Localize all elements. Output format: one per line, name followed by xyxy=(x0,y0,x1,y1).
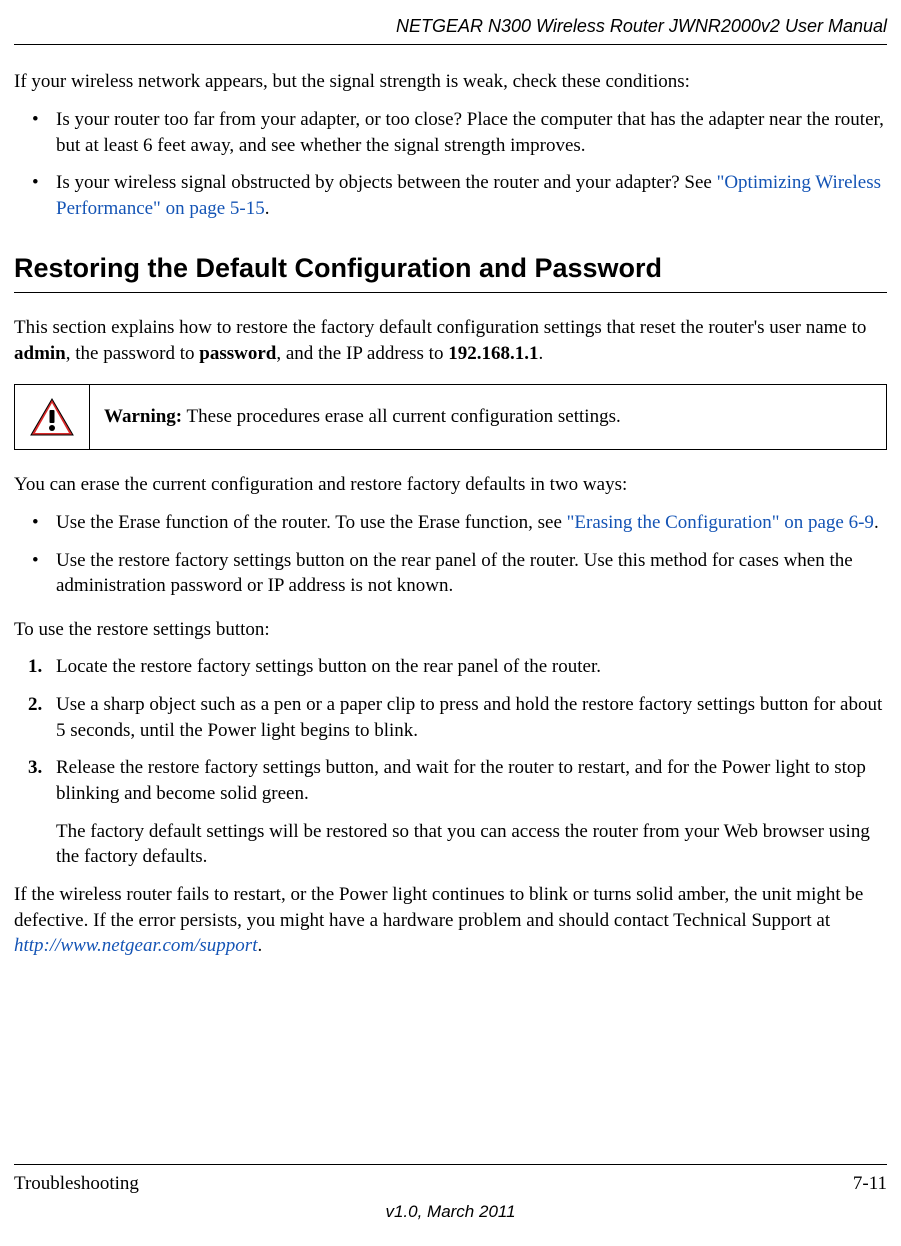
text: , the password to xyxy=(66,343,200,364)
text: . xyxy=(538,343,543,364)
closing-paragraph: If the wireless router fails to restart,… xyxy=(14,882,887,959)
bullet-text: Is your wireless signal obstructed by ob… xyxy=(56,172,717,193)
step-text: Release the restore factory settings but… xyxy=(56,757,866,804)
text: , and the IP address to xyxy=(276,343,448,364)
list-item: Use the restore factory settings button … xyxy=(14,548,887,599)
manual-title: NETGEAR N300 Wireless Router JWNR2000v2 … xyxy=(396,16,887,36)
section-heading: Restoring the Default Configuration and … xyxy=(14,250,887,286)
step-item: Use a sharp object such as a pen or a pa… xyxy=(14,692,887,743)
text: This section explains how to restore the… xyxy=(14,317,866,338)
text: If the wireless router fails to restart,… xyxy=(14,884,863,931)
steps-intro: To use the restore settings button: xyxy=(14,617,887,643)
list-item: Is your router too far from your adapter… xyxy=(14,107,887,158)
cross-reference-link[interactable]: "Erasing the Configuration" on page 6-9 xyxy=(567,512,874,533)
erase-bullet-list: Use the Erase function of the router. To… xyxy=(14,510,887,599)
page-footer: Troubleshooting 7-11 v1.0, March 2011 xyxy=(0,1164,901,1224)
list-item: Is your wireless signal obstructed by ob… xyxy=(14,170,887,221)
page-header: NETGEAR N300 Wireless Router JWNR2000v2 … xyxy=(0,14,901,44)
step-follow-paragraph: The factory default settings will be res… xyxy=(14,819,887,870)
text: . xyxy=(257,935,262,956)
erase-intro-paragraph: You can erase the current configuration … xyxy=(14,472,887,498)
page: NETGEAR N300 Wireless Router JWNR2000v2 … xyxy=(0,0,901,1246)
warning-icon-cell xyxy=(15,385,90,449)
footer-version: v1.0, March 2011 xyxy=(14,1201,887,1224)
warning-text-cell: Warning: These procedures erase all curr… xyxy=(90,385,886,449)
footer-row: Troubleshooting 7-11 xyxy=(14,1171,887,1197)
bold-value: admin xyxy=(14,343,66,364)
footer-page-number: 7-11 xyxy=(853,1171,887,1197)
bullet-text: Use the restore factory settings button … xyxy=(56,550,853,597)
footer-rule xyxy=(14,1164,887,1165)
step-item: Release the restore factory settings but… xyxy=(14,755,887,806)
header-rule xyxy=(14,44,887,45)
section-intro-paragraph: This section explains how to restore the… xyxy=(14,315,887,366)
bullet-text-end: . xyxy=(265,198,270,219)
step-text: Locate the restore factory settings butt… xyxy=(56,656,601,677)
footer-section-name: Troubleshooting xyxy=(14,1171,139,1197)
bold-value: 192.168.1.1 xyxy=(448,343,538,364)
bullet-text: Is your router too far from your adapter… xyxy=(56,109,884,156)
bullet-text: Use the Erase function of the router. To… xyxy=(56,512,567,533)
list-item: Use the Erase function of the router. To… xyxy=(14,510,887,536)
support-link[interactable]: http://www.netgear.com/support xyxy=(14,935,257,956)
warning-box: Warning: These procedures erase all curr… xyxy=(14,384,887,450)
warning-icon xyxy=(29,397,75,437)
page-content: If your wireless network appears, but th… xyxy=(0,69,901,959)
step-item: Locate the restore factory settings butt… xyxy=(14,654,887,680)
warning-label: Warning: xyxy=(104,406,182,427)
intro-bullet-list: Is your router too far from your adapter… xyxy=(14,107,887,222)
section-rule xyxy=(14,292,887,293)
bold-value: password xyxy=(199,343,276,364)
warning-text: These procedures erase all current confi… xyxy=(182,406,621,427)
intro-paragraph: If your wireless network appears, but th… xyxy=(14,69,887,95)
bullet-text-end: . xyxy=(874,512,879,533)
steps-list: Locate the restore factory settings butt… xyxy=(14,654,887,806)
step-text: Use a sharp object such as a pen or a pa… xyxy=(56,694,882,741)
